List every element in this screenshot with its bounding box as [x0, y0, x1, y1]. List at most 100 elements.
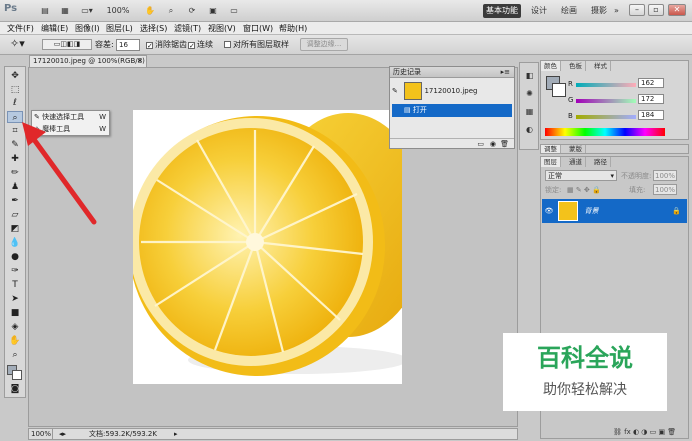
type-tool-icon[interactable]: T — [7, 279, 23, 291]
workspace-more-button[interactable]: » — [614, 4, 619, 18]
history-panel-header[interactable]: 历史记录 ▸≡ — [390, 67, 514, 78]
history-step-label: 打开 — [412, 106, 427, 114]
status-menu-icon[interactable]: ▸ — [174, 429, 178, 439]
dodge-tool-icon[interactable]: ● — [7, 251, 23, 263]
document-tab[interactable]: 17120010.jpeg @ 100%(RGB/8) ✕ — [29, 55, 147, 67]
menu-view[interactable]: 视图(V) — [208, 22, 236, 35]
pen-tool-icon[interactable]: ✑ — [7, 265, 23, 277]
menu-select[interactable]: 选择(S) — [140, 22, 167, 35]
color-panel-icon[interactable]: ◧ — [523, 69, 536, 82]
refine-edge-button[interactable]: 调整边缘... — [300, 38, 348, 51]
watermark-overlay: 百科全说 助你轻松解决 — [503, 333, 667, 411]
status-zoom[interactable]: 100% — [31, 429, 53, 439]
mini-bridge-icon[interactable]: ▦ — [58, 4, 72, 18]
zoom-tool-icon[interactable]: ⌕ — [7, 349, 23, 361]
background-color-swatch[interactable] — [12, 370, 22, 380]
blue-slider[interactable] — [576, 115, 636, 119]
lock-icons[interactable]: ▦ ✎ ✥ 🔒 — [567, 185, 601, 195]
quick-mask-icon[interactable]: ◙ — [7, 383, 23, 395]
empty-checkbox-icon — [224, 41, 231, 48]
blue-value[interactable]: 184 — [638, 110, 664, 120]
fill-label: 填充: — [629, 186, 646, 194]
open-step-icon: ▤ — [404, 106, 411, 114]
opacity-label: 不透明度: — [621, 172, 652, 180]
status-arrow-icon[interactable]: ◂▸ — [59, 429, 66, 439]
tab-layers[interactable]: 图层 — [541, 157, 561, 167]
path-selection-tool-icon[interactable]: ➤ — [7, 293, 23, 305]
rotate-view-icon[interactable]: ⟳ — [184, 4, 200, 18]
maximize-button[interactable]: ▫ — [648, 4, 664, 16]
new-snapshot-icon[interactable]: ◉ — [490, 139, 496, 149]
layer-row-background[interactable]: 👁 背景 🔒 — [542, 199, 687, 223]
workspace-photography-link[interactable]: 摄影 — [591, 4, 607, 18]
panel-menu-icon[interactable]: ▸≡ — [501, 67, 510, 78]
tolerance-label: 容差: — [95, 40, 114, 49]
red-slider[interactable] — [576, 83, 636, 87]
tolerance-input[interactable]: 16 — [116, 39, 140, 51]
menu-image[interactable]: 图像(I) — [75, 22, 100, 35]
tab-adjustments[interactable]: 调整 — [541, 145, 561, 153]
workspace-design-link[interactable]: 设计 — [531, 4, 547, 18]
antialias-checkbox[interactable]: ✓ 消除锯齿 — [146, 38, 187, 52]
screen-mode-icon[interactable]: ▭ — [226, 4, 242, 18]
red-value[interactable]: 162 — [638, 78, 664, 88]
bridge-icon[interactable]: ▤ — [38, 4, 52, 18]
menu-layer[interactable]: 图层(L) — [106, 22, 133, 35]
history-step-open[interactable]: ▤ 打开 — [392, 104, 512, 117]
zoom-tool-icon[interactable]: ⌕ — [163, 4, 179, 18]
adjustments-panel-icon[interactable]: ◐ — [523, 123, 536, 136]
menu-file[interactable]: 文件(F) — [7, 22, 34, 35]
tab-channels[interactable]: 通道 — [566, 157, 586, 167]
marquee-tool-icon[interactable]: ⬚ — [7, 84, 23, 96]
green-label: G — [568, 96, 574, 104]
3d-rotate-tool-icon[interactable]: ◈ — [7, 321, 23, 333]
shape-tool-icon[interactable]: ■ — [7, 307, 23, 319]
zoom-level-select[interactable]: 100% — [103, 4, 133, 18]
workspace-painting-link[interactable]: 绘画 — [561, 4, 577, 18]
history-panel: 历史记录 ▸≡ ✎ 17120010.jpeg ▤ 打开 ▭ ◉ 🗑 — [389, 66, 515, 149]
eye-icon[interactable]: 👁 — [542, 199, 556, 223]
lasso-tool-icon[interactable]: ℓ — [7, 97, 23, 109]
green-slider[interactable] — [576, 99, 636, 103]
move-tool-icon[interactable]: ✥ — [7, 70, 23, 82]
selection-mode-icons[interactable]: ▭◫◧◨ — [42, 39, 92, 50]
history-snapshot-row[interactable]: ✎ 17120010.jpeg — [392, 80, 512, 102]
sample-all-layers-checkbox[interactable]: 对所有图层取样 — [224, 38, 289, 52]
fill-input[interactable]: 100% — [653, 184, 677, 195]
layers-footer-icons[interactable]: ⛓ fx ◐ ◑ ▭ ▣ 🗑 — [613, 427, 687, 437]
menu-help[interactable]: 帮助(H) — [279, 22, 307, 35]
hand-tool-icon[interactable]: ✋ — [142, 4, 158, 18]
close-button[interactable]: ✕ — [668, 4, 686, 16]
tab-color[interactable]: 颜色 — [541, 61, 561, 71]
workspace-essentials-button[interactable]: 基本功能 — [483, 4, 521, 18]
history-panel-footer: ▭ ◉ 🗑 — [390, 138, 514, 149]
tab-masks[interactable]: 蒙版 — [566, 145, 586, 153]
contiguous-checkbox[interactable]: ✓ 连续 — [188, 38, 213, 52]
close-tab-icon[interactable]: ✕ — [137, 56, 143, 67]
tab-swatches[interactable]: 色板 — [566, 61, 586, 71]
green-value[interactable]: 172 — [638, 94, 664, 104]
color-spectrum-bar[interactable] — [545, 128, 665, 136]
arrange-documents-icon[interactable]: ▣ — [205, 4, 221, 18]
magic-wand-preset-icon[interactable]: ✧▾ — [10, 37, 25, 51]
tab-paths[interactable]: 路径 — [591, 157, 611, 167]
minimize-button[interactable]: – — [629, 4, 645, 16]
view-extras-icon[interactable]: ▭▾ — [78, 4, 96, 18]
hand-tool-icon[interactable]: ✋ — [7, 335, 23, 347]
checkmark-icon: ✓ — [146, 42, 153, 50]
menu-window[interactable]: 窗口(W) — [243, 22, 273, 35]
menu-filter[interactable]: 滤镜(T) — [174, 22, 201, 35]
background-color-swatch[interactable] — [552, 83, 566, 97]
styles-panel-icon[interactable]: ▦ — [523, 105, 536, 118]
tools-panel: ✥ ⬚ ℓ ⌕ ⌗ ✎ ✚ ✏ ♟ ✒ ▱ ◩ 💧 ● ✑ T ➤ ■ ◈ ✋ … — [4, 66, 26, 398]
tab-styles[interactable]: 样式 — [591, 61, 611, 71]
menu-edit[interactable]: 编辑(E) — [41, 22, 68, 35]
trash-icon[interactable]: 🗑 — [500, 139, 509, 149]
blend-mode-select[interactable]: 正常 ▾ — [545, 170, 617, 181]
swatches-panel-icon[interactable]: ✺ — [523, 87, 536, 100]
blur-tool-icon[interactable]: 💧 — [7, 237, 23, 249]
lemon-image[interactable] — [133, 110, 402, 384]
new-document-icon[interactable]: ▭ — [477, 139, 484, 149]
brush-source-icon: ✎ — [392, 87, 398, 95]
opacity-input[interactable]: 100% — [653, 170, 677, 181]
